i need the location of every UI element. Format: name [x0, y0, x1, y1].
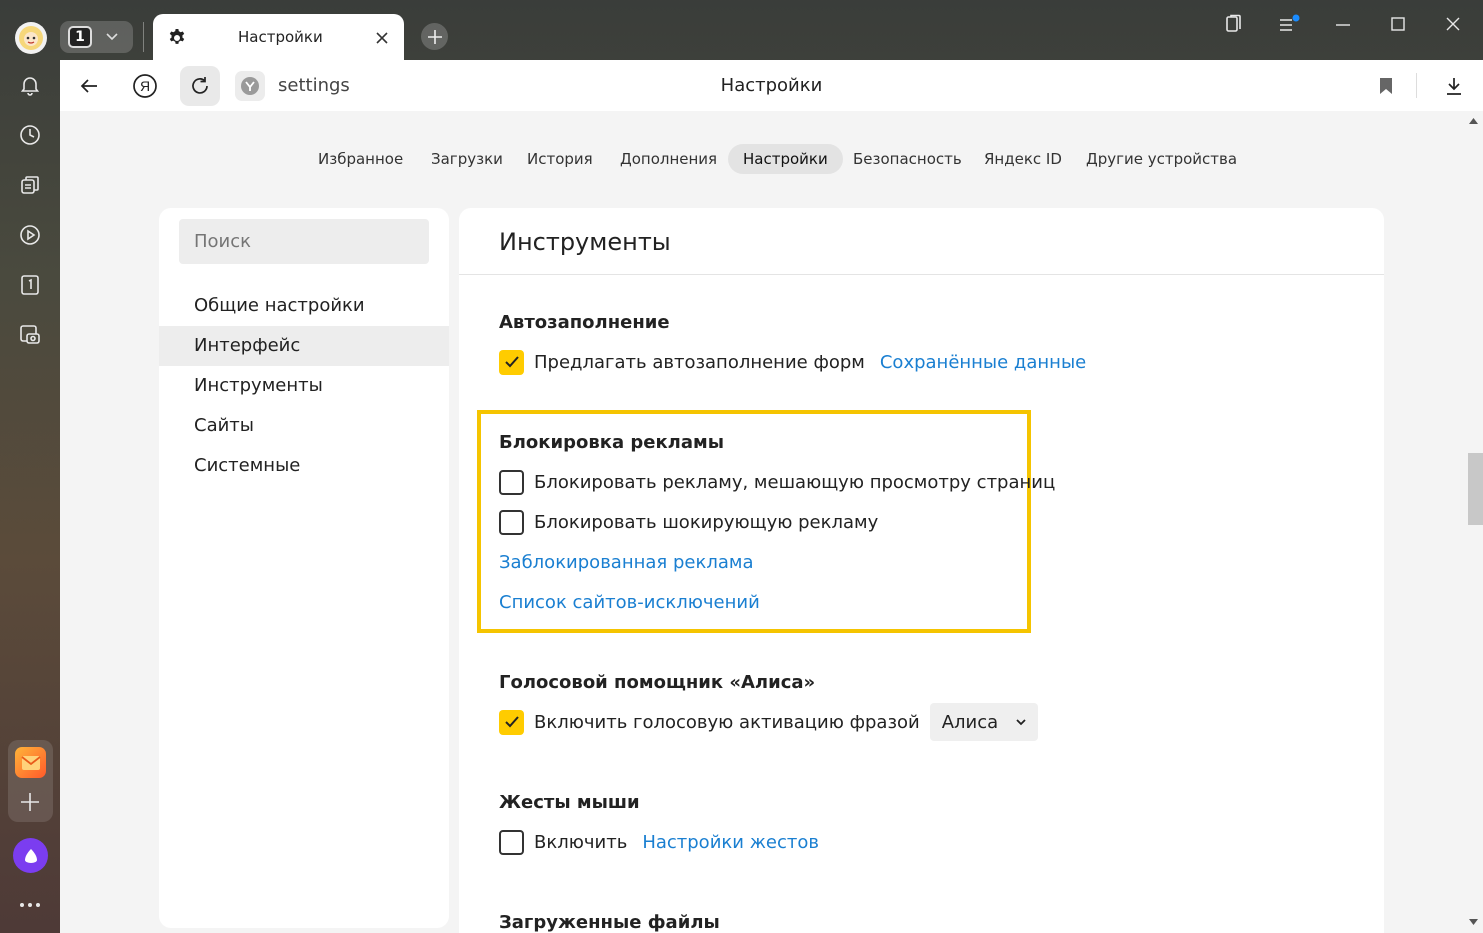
- gesture-settings-link[interactable]: Настройки жестов: [642, 832, 819, 853]
- profile-avatar[interactable]: [15, 22, 47, 54]
- adblock-interfering-label[interactable]: Блокировать рекламу, мешающую просмотру …: [534, 472, 1055, 493]
- autofill-row: Предлагать автозаполнение форм Сохранённ…: [499, 349, 1086, 375]
- yandex-home-button[interactable]: Я: [127, 68, 163, 104]
- checkmark-icon: [504, 356, 519, 368]
- adblock-shocking-checkbox[interactable]: [499, 509, 524, 535]
- mail-icon[interactable]: [15, 747, 46, 778]
- checkmark-icon: [504, 716, 519, 728]
- search-input[interactable]: [179, 219, 429, 264]
- close-tab-icon[interactable]: [375, 30, 389, 49]
- reload-button[interactable]: [180, 66, 220, 106]
- saved-data-link[interactable]: Сохранённые данные: [880, 352, 1086, 373]
- blocked-ads-row: Заблокированная реклама: [499, 549, 753, 575]
- screenshot-icon[interactable]: [15, 320, 45, 350]
- tab-title: Настройки: [238, 28, 323, 46]
- tab-count-button[interactable]: 1: [60, 21, 133, 53]
- tab-settings[interactable]: Настройки: [153, 14, 404, 62]
- address-bar: Я settings Настройки: [60, 60, 1483, 111]
- minimize-icon[interactable]: [1331, 12, 1355, 36]
- voice-phrase-value: Алиса: [941, 711, 999, 733]
- settings-sidebar: Общие настройки Интерфейс Инструменты Са…: [159, 208, 449, 928]
- tab-count-icon[interactable]: [15, 270, 45, 300]
- scroll-up-icon[interactable]: [1469, 118, 1478, 124]
- gestures-label[interactable]: Включить: [534, 832, 627, 853]
- voice-row: Включить голосовую активацию фразой Алис…: [499, 703, 1039, 741]
- back-button[interactable]: [71, 68, 107, 104]
- adblock-option1-row: Блокировать рекламу, мешающую просмотру …: [499, 469, 1055, 495]
- add-app-icon[interactable]: [18, 790, 42, 814]
- voice-assistant-title: Голосовой помощник «Алиса»: [499, 672, 816, 693]
- close-window-icon[interactable]: [1441, 12, 1465, 36]
- section-heading: Инструменты: [499, 228, 671, 256]
- browser-sidebar: [0, 0, 60, 933]
- voice-activation-checkbox[interactable]: [499, 709, 524, 735]
- chevron-down-icon: [106, 33, 118, 41]
- gestures-row: Включить Настройки жестов: [499, 829, 819, 855]
- page-title: Настройки: [720, 75, 823, 96]
- site-icon[interactable]: [235, 71, 265, 101]
- scrollbar[interactable]: [1464, 111, 1483, 933]
- gear-icon: [167, 28, 187, 52]
- adblock-title: Блокировка рекламы: [499, 432, 724, 453]
- nav-yandex-id[interactable]: Яндекс ID: [969, 144, 1077, 174]
- collections-icon[interactable]: [15, 170, 45, 200]
- maximize-icon[interactable]: [1386, 12, 1410, 36]
- nav-other-devices[interactable]: Другие устройства: [1071, 144, 1252, 174]
- bookmark-icon[interactable]: [1368, 68, 1404, 104]
- alice-icon[interactable]: [13, 838, 48, 873]
- nav-favorites[interactable]: Избранное: [303, 144, 418, 174]
- blocked-ads-link[interactable]: Заблокированная реклама: [499, 552, 753, 573]
- more-icon[interactable]: [15, 890, 45, 920]
- svg-text:Я: Я: [140, 78, 150, 94]
- scroll-down-icon[interactable]: [1469, 919, 1478, 925]
- history-icon[interactable]: [15, 120, 45, 150]
- nav-history[interactable]: История: [512, 144, 608, 174]
- adblock-shocking-label[interactable]: Блокировать шокирующую рекламу: [534, 512, 878, 533]
- video-icon[interactable]: [15, 220, 45, 250]
- bookmarks-panel-icon[interactable]: [1221, 12, 1245, 36]
- tab-count-number: 1: [68, 26, 92, 48]
- exceptions-list-link[interactable]: Список сайтов-исключений: [499, 592, 760, 613]
- gestures-checkbox[interactable]: [499, 829, 524, 855]
- sidebar-item-system[interactable]: Системные: [159, 446, 449, 486]
- voice-phrase-select[interactable]: Алиса: [929, 703, 1039, 741]
- autofill-checkbox[interactable]: [499, 349, 524, 375]
- downloaded-files-title: Загруженные файлы: [499, 912, 720, 933]
- mouse-gestures-title: Жесты мыши: [499, 792, 640, 813]
- nav-settings[interactable]: Настройки: [728, 144, 843, 174]
- top-nav: Избранное Загрузки История Дополнения На…: [60, 144, 1464, 174]
- menu-icon[interactable]: [1277, 12, 1301, 36]
- download-icon[interactable]: [1436, 68, 1472, 104]
- notifications-icon[interactable]: [15, 70, 45, 100]
- sidebar-item-tools[interactable]: Инструменты: [159, 366, 449, 406]
- nav-security[interactable]: Безопасность: [838, 144, 977, 174]
- voice-activation-label[interactable]: Включить голосовую активацию фразой: [534, 712, 920, 733]
- divider: [459, 274, 1384, 275]
- sidebar-item-sites[interactable]: Сайты: [159, 406, 449, 446]
- scroll-thumb[interactable]: [1468, 453, 1483, 525]
- settings-main-panel: Инструменты Автозаполнение Предлагать ав…: [459, 208, 1384, 933]
- chevron-down-icon: [1016, 718, 1026, 725]
- adblock-interfering-checkbox[interactable]: [499, 469, 524, 495]
- adblock-option2-row: Блокировать шокирующую рекламу: [499, 509, 878, 535]
- nav-downloads[interactable]: Загрузки: [416, 144, 518, 174]
- exceptions-row: Список сайтов-исключений: [499, 589, 760, 615]
- nav-extensions[interactable]: Дополнения: [605, 144, 732, 174]
- url-text[interactable]: settings: [278, 75, 350, 96]
- sidebar-item-interface[interactable]: Интерфейс: [159, 326, 449, 366]
- settings-page: Избранное Загрузки История Дополнения На…: [60, 111, 1464, 933]
- sidebar-item-general[interactable]: Общие настройки: [159, 286, 449, 326]
- autofill-title: Автозаполнение: [499, 312, 670, 333]
- autofill-label[interactable]: Предлагать автозаполнение форм: [534, 352, 865, 373]
- apps-group: [8, 740, 53, 822]
- new-tab-button[interactable]: [421, 23, 448, 50]
